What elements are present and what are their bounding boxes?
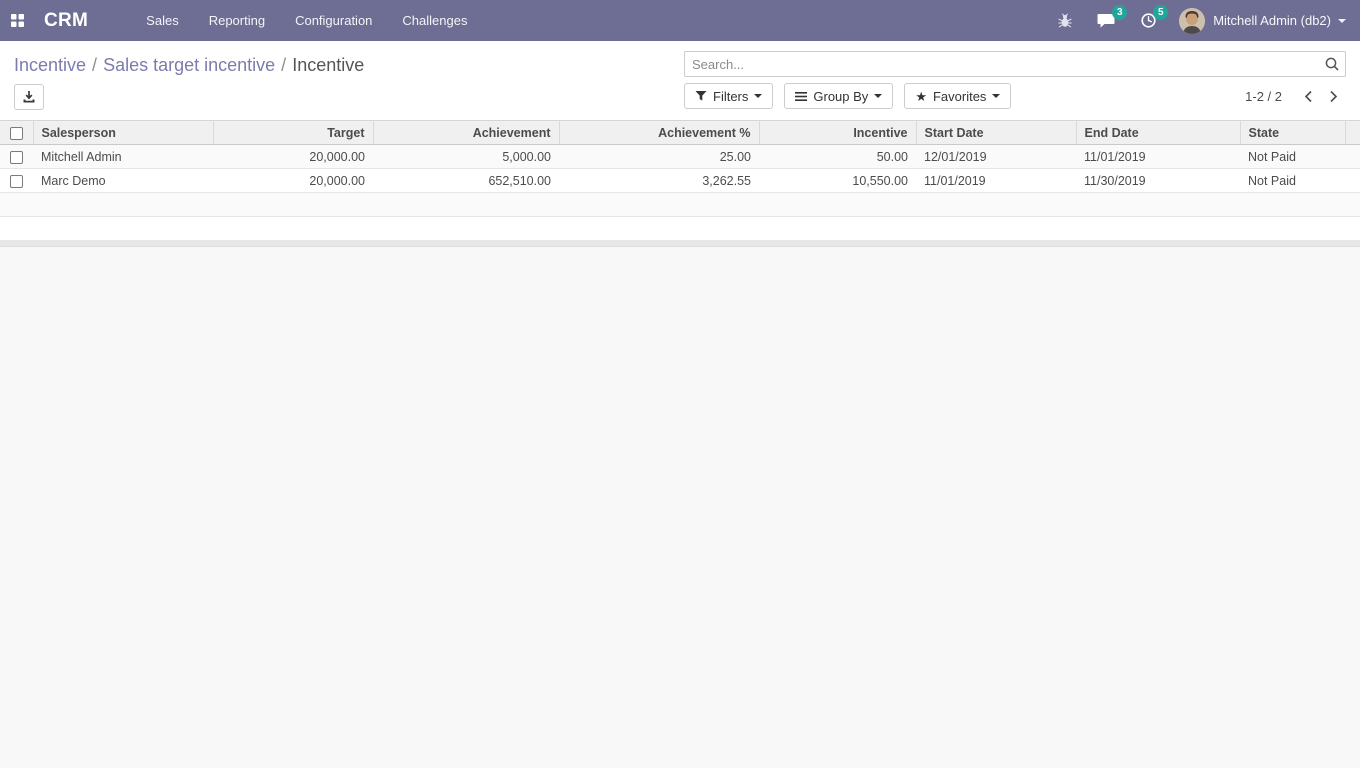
column-header-end-date[interactable]: End Date — [1076, 120, 1241, 145]
column-header-spacer — [1345, 120, 1360, 145]
cell-spacer — [1345, 144, 1360, 169]
search-box — [684, 51, 1346, 77]
select-all-header-cell — [0, 120, 34, 145]
cell-state: Not Paid — [1240, 168, 1345, 193]
cell-end-date: 11/01/2019 — [1076, 144, 1240, 169]
empty-row — [0, 192, 1360, 217]
empty-row — [0, 216, 1360, 241]
breadcrumb-current-page: Incentive — [292, 55, 365, 75]
search-icon[interactable] — [1324, 56, 1340, 72]
top-navbar: CRM Sales Reporting Configuration Challe… — [0, 0, 1360, 41]
row-select-cell — [0, 144, 33, 169]
breadcrumb-separator: / — [92, 55, 98, 75]
table-filler-rows — [0, 192, 1360, 241]
table-header-row: Salesperson Target Achievement Achieveme… — [0, 120, 1360, 145]
row-select-cell — [0, 168, 33, 193]
navbar-systray: 3 5 Mitchell Admin (db2) — [1045, 0, 1360, 41]
cell-achievement-pct: 25.00 — [559, 144, 759, 169]
column-header-achievement-pct[interactable]: Achievement % — [559, 120, 760, 145]
group-by-caret-icon — [874, 94, 883, 98]
search-input[interactable] — [684, 51, 1346, 77]
messages-menu-button[interactable]: 3 — [1085, 0, 1128, 41]
filters-button-label: Filters — [713, 88, 749, 104]
row-checkbox[interactable] — [10, 150, 23, 164]
filters-button[interactable]: Filters — [684, 83, 774, 109]
download-icon — [23, 91, 35, 103]
user-menu-caret-icon — [1338, 18, 1346, 23]
cell-start-date: 12/01/2019 — [916, 144, 1076, 169]
pager-previous-button[interactable] — [1296, 86, 1321, 107]
activities-menu-button[interactable]: 5 — [1128, 0, 1169, 41]
column-header-state[interactable]: State — [1240, 120, 1346, 145]
favorites-caret-icon — [992, 94, 1001, 98]
cell-target: 20,000.00 — [213, 144, 373, 169]
pager: 1-2 / 2 — [1245, 86, 1346, 107]
breadcrumb-item-incentive[interactable]: Incentive — [14, 55, 86, 75]
cell-achievement-pct: 3,262.55 — [559, 168, 759, 193]
activities-count-badge: 5 — [1153, 5, 1169, 20]
breadcrumb-separator: / — [281, 55, 287, 75]
debug-menu-button[interactable] — [1045, 0, 1085, 41]
group-by-list-icon — [795, 91, 808, 102]
cell-target: 20,000.00 — [213, 168, 373, 193]
control-panel: Incentive / Sales target incentive / Incenti… — [0, 41, 1360, 120]
cell-state: Not Paid — [1240, 144, 1345, 169]
main-menu: Sales Reporting Configuration Challenges — [132, 0, 1045, 41]
column-header-salesperson[interactable]: Salesperson — [33, 120, 214, 145]
breadcrumb: Incentive / Sales target incentive / Incenti… — [14, 52, 684, 78]
menu-item-reporting[interactable]: Reporting — [195, 0, 279, 41]
table-body: Mitchell Admin 20,000.00 5,000.00 25.00 … — [0, 144, 1360, 193]
cell-spacer — [1345, 168, 1360, 193]
cell-end-date: 11/30/2019 — [1076, 168, 1240, 193]
column-header-target[interactable]: Target — [213, 120, 374, 145]
pager-next-button[interactable] — [1321, 86, 1346, 107]
table-row[interactable]: Marc Demo 20,000.00 652,510.00 3,262.55 … — [0, 168, 1360, 193]
user-avatar[interactable] — [1179, 7, 1206, 34]
cell-incentive: 50.00 — [759, 144, 916, 169]
apps-menu-button[interactable] — [0, 0, 34, 41]
row-checkbox[interactable] — [10, 174, 23, 188]
apps-grid-icon — [10, 14, 24, 27]
menu-item-sales[interactable]: Sales — [132, 0, 193, 41]
column-header-achievement[interactable]: Achievement — [373, 120, 560, 145]
bug-icon — [1058, 13, 1072, 27]
app-brand[interactable]: CRM — [44, 10, 88, 32]
menu-item-configuration[interactable]: Configuration — [281, 0, 386, 41]
cell-salesperson: Mitchell Admin — [33, 144, 213, 169]
export-button[interactable] — [14, 84, 44, 110]
column-header-incentive[interactable]: Incentive — [759, 120, 917, 145]
group-by-button-label: Group By — [813, 88, 869, 104]
cell-achievement: 5,000.00 — [373, 144, 559, 169]
cell-incentive: 10,550.00 — [759, 168, 916, 193]
incentive-list-table: Salesperson Target Achievement Achieveme… — [0, 120, 1360, 241]
cell-start-date: 11/01/2019 — [916, 168, 1076, 193]
pager-range: 1-2 / 2 — [1245, 88, 1282, 104]
messages-count-badge: 3 — [1112, 5, 1128, 20]
filter-funnel-icon — [695, 90, 707, 102]
select-all-checkbox[interactable] — [9, 126, 23, 140]
favorites-button[interactable]: ★ Favorites — [904, 83, 1012, 109]
column-header-start-date[interactable]: Start Date — [916, 120, 1077, 145]
user-menu-button[interactable]: Mitchell Admin (db2) — [1213, 13, 1331, 28]
table-footer-band — [0, 241, 1360, 247]
table-row[interactable]: Mitchell Admin 20,000.00 5,000.00 25.00 … — [0, 144, 1360, 169]
group-by-button[interactable]: Group By — [784, 83, 894, 109]
cell-achievement: 652,510.00 — [373, 168, 559, 193]
favorites-star-icon: ★ — [915, 88, 927, 104]
menu-item-challenges[interactable]: Challenges — [388, 0, 481, 41]
breadcrumb-item-sales-target-incentive[interactable]: Sales target incentive — [103, 55, 275, 75]
cell-salesperson: Marc Demo — [33, 168, 213, 193]
filters-caret-icon — [754, 94, 763, 98]
favorites-button-label: Favorites — [932, 88, 987, 104]
